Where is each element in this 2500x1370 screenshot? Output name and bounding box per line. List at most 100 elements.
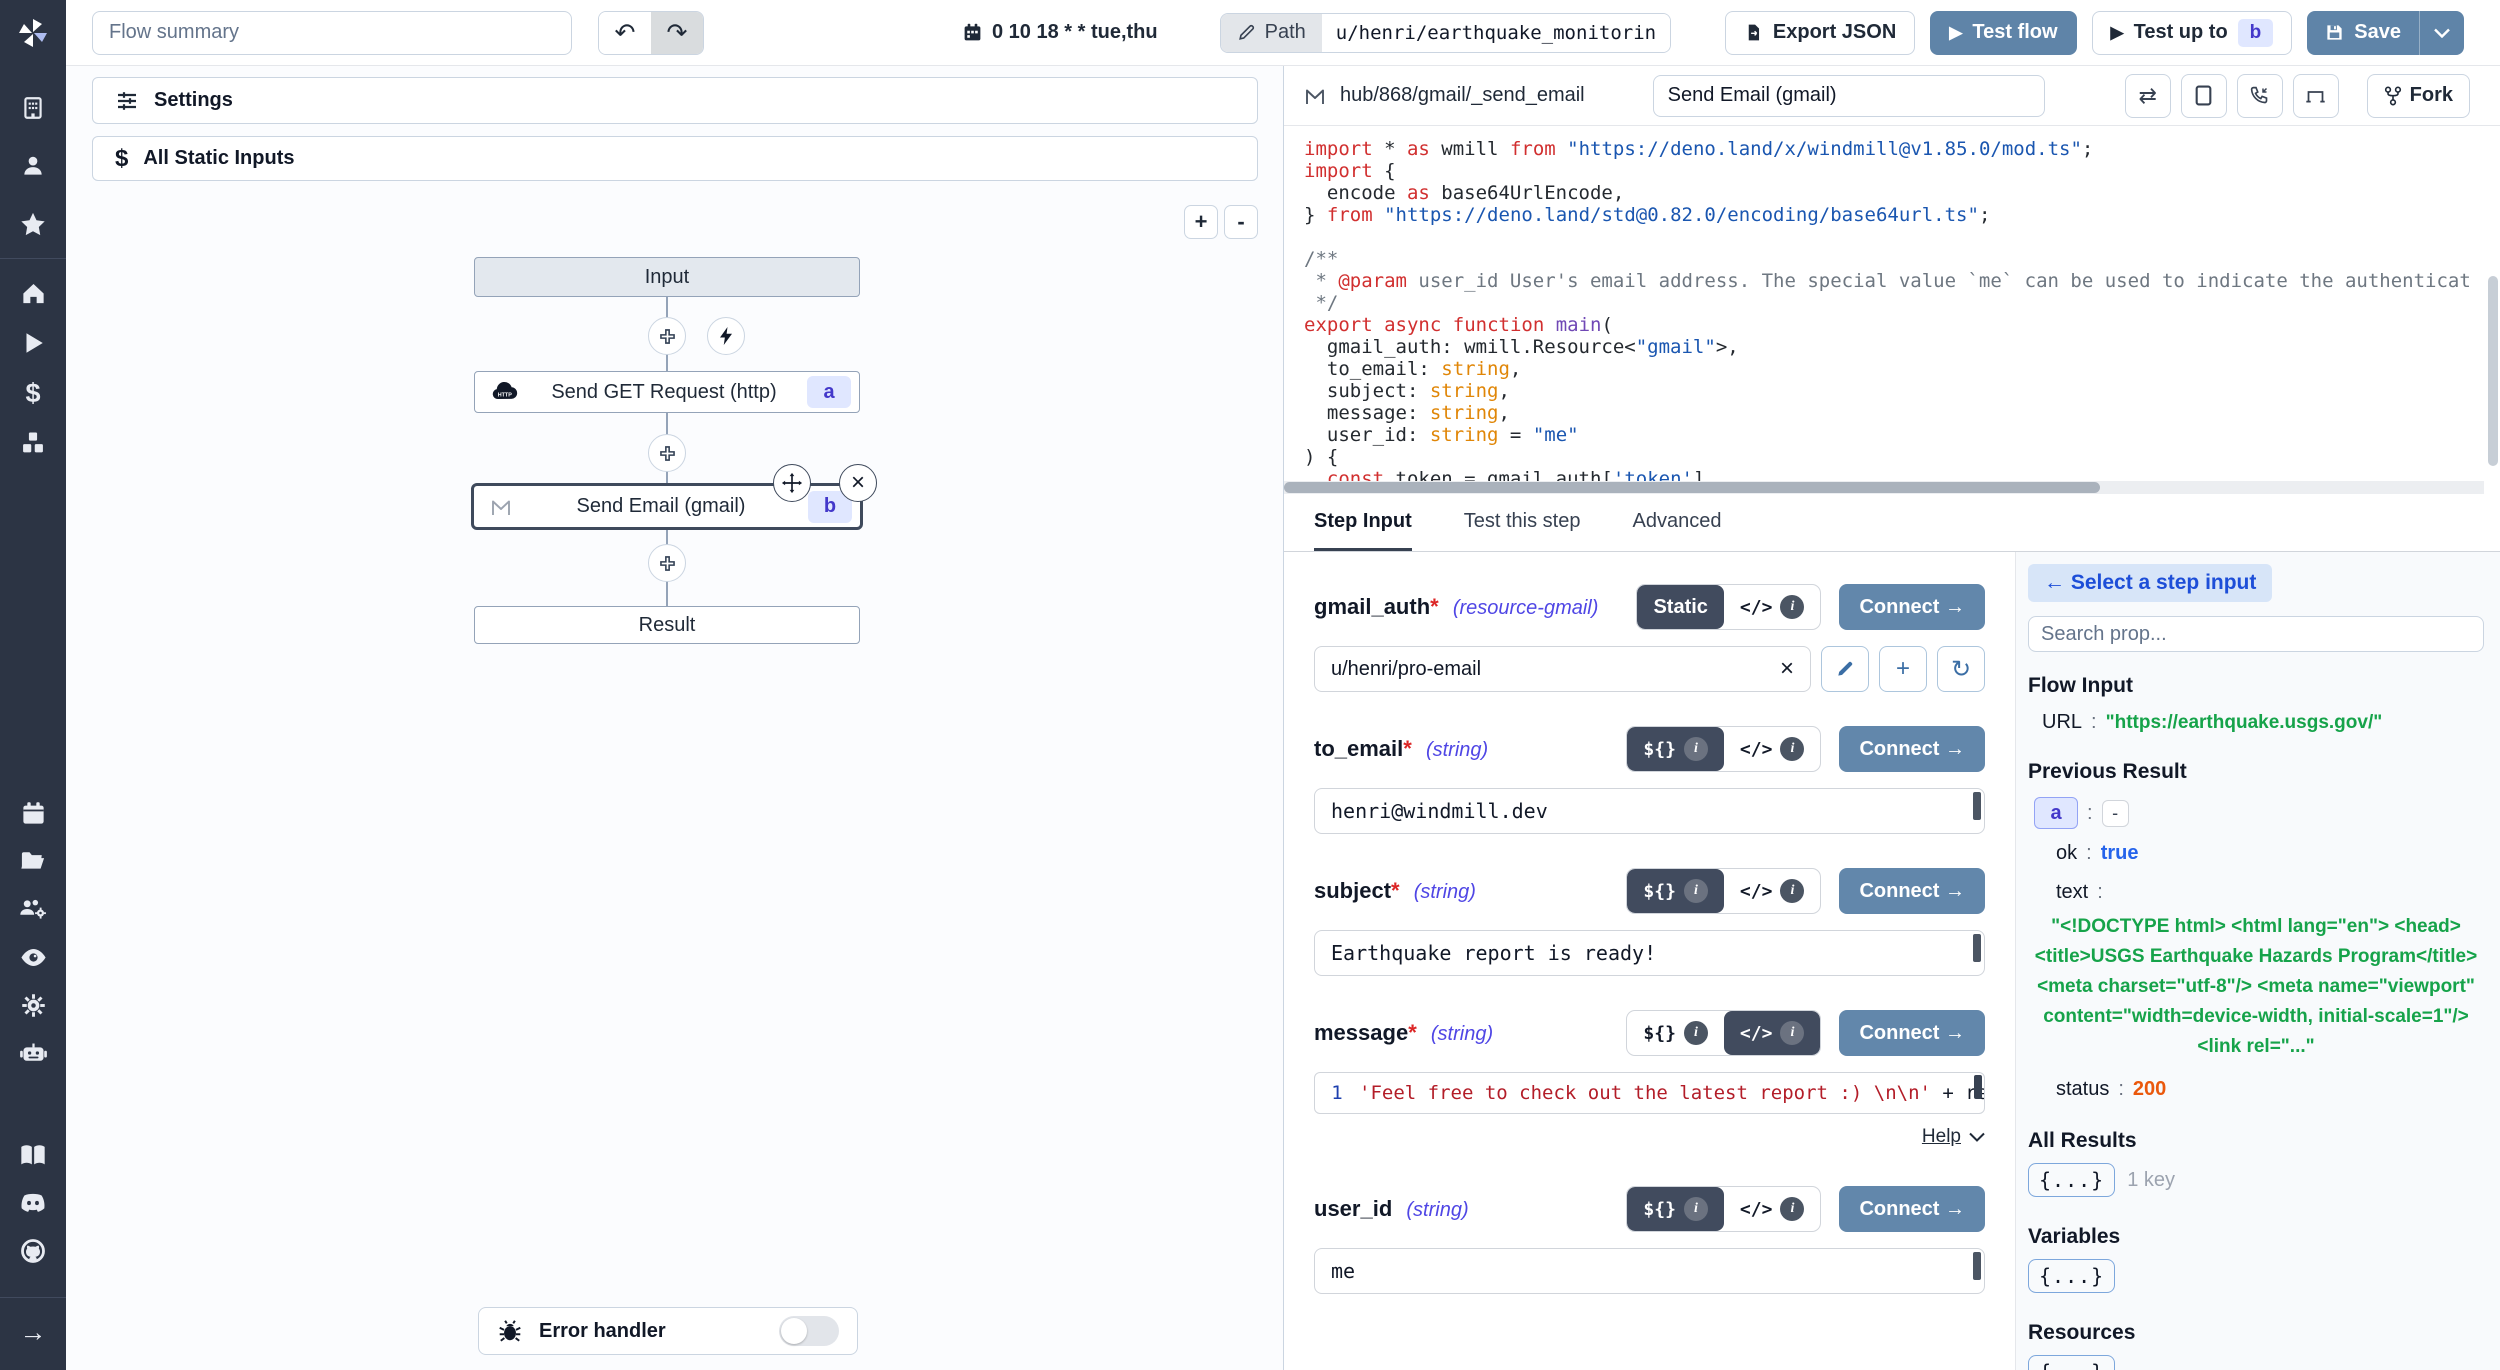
user-id-input[interactable]: me: [1314, 1248, 1985, 1294]
collapse-button[interactable]: -: [2102, 800, 2129, 827]
sidebar-item-discord[interactable]: [11, 1183, 55, 1223]
info-icon[interactable]: i: [1780, 595, 1804, 619]
hub-script-path[interactable]: hub/868/gmail/_send_email: [1302, 84, 1585, 108]
result-ok-row[interactable]: ok : true: [2028, 842, 2484, 865]
flow-node-step-a[interactable]: HTTP Send GET Request (http) a: [474, 371, 860, 413]
select-step-input-button[interactable]: ← Select a step input: [2028, 564, 2272, 602]
flow-input-url-row[interactable]: URL : "https://earthquake.usgs.gov/": [2028, 711, 2484, 734]
diff-button[interactable]: [2293, 74, 2339, 118]
zoom-out-button[interactable]: -: [1224, 205, 1258, 239]
mode-template[interactable]: ${}i: [1627, 869, 1724, 913]
sidebar-item-groups[interactable]: [11, 889, 55, 929]
connect-button[interactable]: Connect →: [1839, 584, 1985, 630]
mode-javascript[interactable]: </>i: [1724, 869, 1821, 913]
edit-resource-button[interactable]: [1821, 646, 1869, 692]
info-icon[interactable]: i: [1684, 1021, 1708, 1045]
code-vertical-scrollbar-thumb[interactable]: [2488, 276, 2498, 466]
add-trigger-button[interactable]: [707, 317, 745, 355]
sidebar-item-variables[interactable]: $: [11, 373, 55, 413]
add-step-button[interactable]: [648, 544, 686, 582]
sidebar-item-favorites[interactable]: [11, 204, 55, 244]
add-step-button[interactable]: [648, 434, 686, 472]
input-scrollbar-thumb[interactable]: [1973, 934, 1981, 962]
save-dropdown-button[interactable]: [2420, 11, 2464, 55]
mode-template[interactable]: ${}i: [1627, 1187, 1724, 1231]
input-scrollbar-thumb[interactable]: [1973, 1252, 1981, 1280]
clear-resource-button[interactable]: ×: [1780, 655, 1794, 683]
message-code-editor[interactable]: 1 'Feel free to check out the latest rep…: [1314, 1072, 1985, 1114]
scrollbar-thumb[interactable]: [1284, 482, 2100, 493]
tab-advanced[interactable]: Advanced: [1632, 510, 1721, 551]
mode-static[interactable]: Static: [1637, 585, 1723, 629]
info-icon[interactable]: i: [1684, 737, 1708, 761]
sidebar-item-runs[interactable]: [11, 323, 55, 363]
undo-button[interactable]: ↶: [599, 12, 651, 54]
sidebar-item-workspace[interactable]: [11, 88, 55, 128]
swap-step-button[interactable]: ⇄: [2125, 74, 2171, 118]
expand-object-button[interactable]: {...}: [2028, 1163, 2115, 1197]
connect-button[interactable]: Connect →: [1839, 868, 1985, 914]
delete-node-button[interactable]: ×: [839, 464, 877, 502]
mode-template[interactable]: ${}i: [1627, 1011, 1724, 1055]
search-prop-input[interactable]: [2028, 616, 2484, 652]
move-node-handle[interactable]: [773, 464, 811, 502]
connect-button[interactable]: Connect →: [1839, 1010, 1985, 1056]
mode-template[interactable]: ${}i: [1627, 727, 1724, 771]
flow-summary-input[interactable]: [92, 11, 572, 55]
all-static-inputs-button[interactable]: $ All Static Inputs: [92, 136, 1258, 181]
export-json-button[interactable]: Export JSON: [1725, 11, 1915, 55]
sidebar-item-folders[interactable]: [11, 841, 55, 881]
schedule-summary[interactable]: 0 10 18 * * tue,thu: [962, 21, 1158, 44]
collapse-sidebar-button[interactable]: →: [11, 1312, 55, 1352]
flow-node-result[interactable]: Result: [474, 606, 860, 644]
code-editor[interactable]: import * as wmill from "https://deno.lan…: [1284, 126, 2500, 494]
path-edit-segment[interactable]: Path: [1221, 14, 1322, 52]
add-step-button[interactable]: [648, 317, 686, 355]
sidebar-item-user[interactable]: [11, 146, 55, 186]
path-chip[interactable]: Path u/henri/earthquake_monitorin: [1220, 13, 1671, 53]
step-a-chip[interactable]: a: [2034, 797, 2078, 829]
flow-node-input[interactable]: Input: [474, 257, 860, 297]
info-icon[interactable]: i: [1780, 1197, 1804, 1221]
input-scrollbar-thumb[interactable]: [1973, 792, 1981, 820]
expand-editor-button[interactable]: [2181, 74, 2227, 118]
sidebar-item-docs[interactable]: [11, 1135, 55, 1175]
refresh-resource-button[interactable]: ↻: [1937, 646, 1985, 692]
windmill-logo[interactable]: [0, 0, 66, 66]
editor-scrollbar-thumb[interactable]: [1974, 1075, 1982, 1099]
sidebar-item-settings[interactable]: [11, 985, 55, 1025]
sidebar-item-audit-logs[interactable]: [11, 937, 55, 977]
tab-step-input[interactable]: Step Input: [1314, 510, 1412, 551]
mode-javascript[interactable]: </>i: [1724, 1187, 1821, 1231]
error-handler-toggle[interactable]: [779, 1316, 839, 1346]
result-text-row[interactable]: text :: [2028, 881, 2484, 904]
step-name-input[interactable]: [1653, 75, 2045, 117]
redo-button[interactable]: ↷: [651, 12, 703, 54]
info-icon[interactable]: i: [1780, 737, 1804, 761]
test-flow-button[interactable]: ▶ Test flow: [1930, 11, 2076, 55]
sidebar-item-schedules[interactable]: [11, 793, 55, 833]
to-email-input[interactable]: henri@windmill.dev: [1314, 788, 1985, 834]
mode-javascript[interactable]: </>i: [1724, 1011, 1821, 1055]
mode-javascript[interactable]: </>i: [1724, 585, 1821, 629]
mode-javascript[interactable]: </>i: [1724, 727, 1821, 771]
zoom-in-button[interactable]: +: [1184, 205, 1218, 239]
sidebar-item-resources[interactable]: [11, 423, 55, 463]
add-resource-button[interactable]: +: [1879, 646, 1927, 692]
result-text-value[interactable]: "<!DOCTYPE html> <html lang="en"> <head>…: [2028, 912, 2484, 1062]
phone-call-button[interactable]: [2237, 74, 2283, 118]
expand-object-button[interactable]: {...}: [2028, 1355, 2115, 1370]
info-icon[interactable]: i: [1780, 1021, 1804, 1045]
connect-button[interactable]: Connect →: [1839, 726, 1985, 772]
info-icon[interactable]: i: [1684, 1197, 1708, 1221]
save-button[interactable]: Save: [2307, 11, 2420, 55]
subject-input[interactable]: Earthquake report is ready!: [1314, 930, 1985, 976]
info-icon[interactable]: i: [1684, 879, 1708, 903]
connect-button[interactable]: Connect →: [1839, 1186, 1985, 1232]
tab-test-this-step[interactable]: Test this step: [1464, 510, 1581, 551]
sidebar-item-github[interactable]: [11, 1231, 55, 1271]
flow-settings-button[interactable]: Settings: [92, 77, 1258, 124]
fork-button[interactable]: Fork: [2367, 74, 2470, 118]
expand-object-button[interactable]: {...}: [2028, 1259, 2115, 1293]
sidebar-item-workers[interactable]: [11, 1033, 55, 1073]
